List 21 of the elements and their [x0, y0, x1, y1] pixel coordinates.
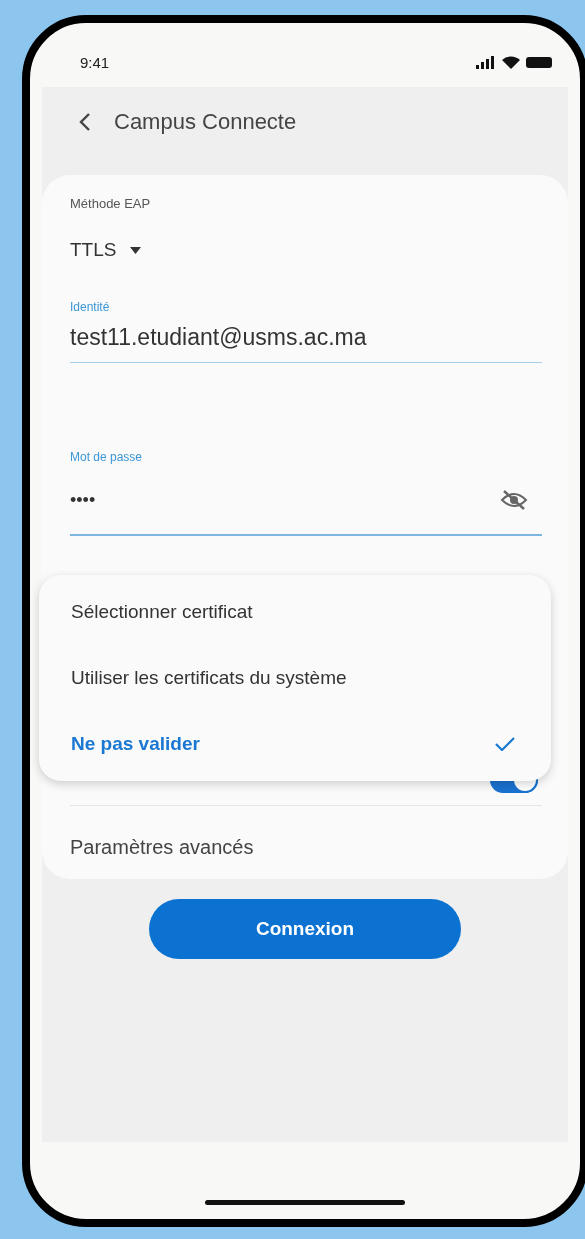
checkmark-icon	[495, 737, 515, 751]
eap-method-dropdown[interactable]: TTLS	[70, 237, 142, 263]
connect-button[interactable]: Connexion	[149, 899, 461, 959]
identity-input-field[interactable]: test11.etudiant@usms.ac.ma	[70, 323, 542, 363]
eye-slash-icon[interactable]	[500, 489, 528, 511]
advanced-settings-item[interactable]: Paramètres avancés	[70, 834, 542, 860]
screen-title: Campus Connecte	[114, 109, 297, 135]
dropdown-caret-icon	[130, 246, 142, 254]
certificate-option[interactable]: Utiliser les certificats du système	[39, 645, 551, 711]
eap-method-label: Méthode EAP	[70, 195, 152, 213]
back-button[interactable]	[78, 112, 92, 132]
wifi-icon	[502, 55, 520, 69]
certificate-option[interactable]: Ne pas valider	[39, 711, 551, 777]
certificate-option[interactable]: Sélectionner certificat	[39, 579, 551, 645]
password-label: Mot de passe	[70, 449, 144, 465]
battery-icon	[526, 56, 552, 68]
identity-label: Identité	[70, 299, 111, 315]
back-chevron-icon	[78, 112, 92, 132]
password-input-field[interactable]: ••••	[70, 489, 96, 511]
signal-icon	[476, 55, 496, 69]
status-time: 9:41	[80, 53, 110, 71]
